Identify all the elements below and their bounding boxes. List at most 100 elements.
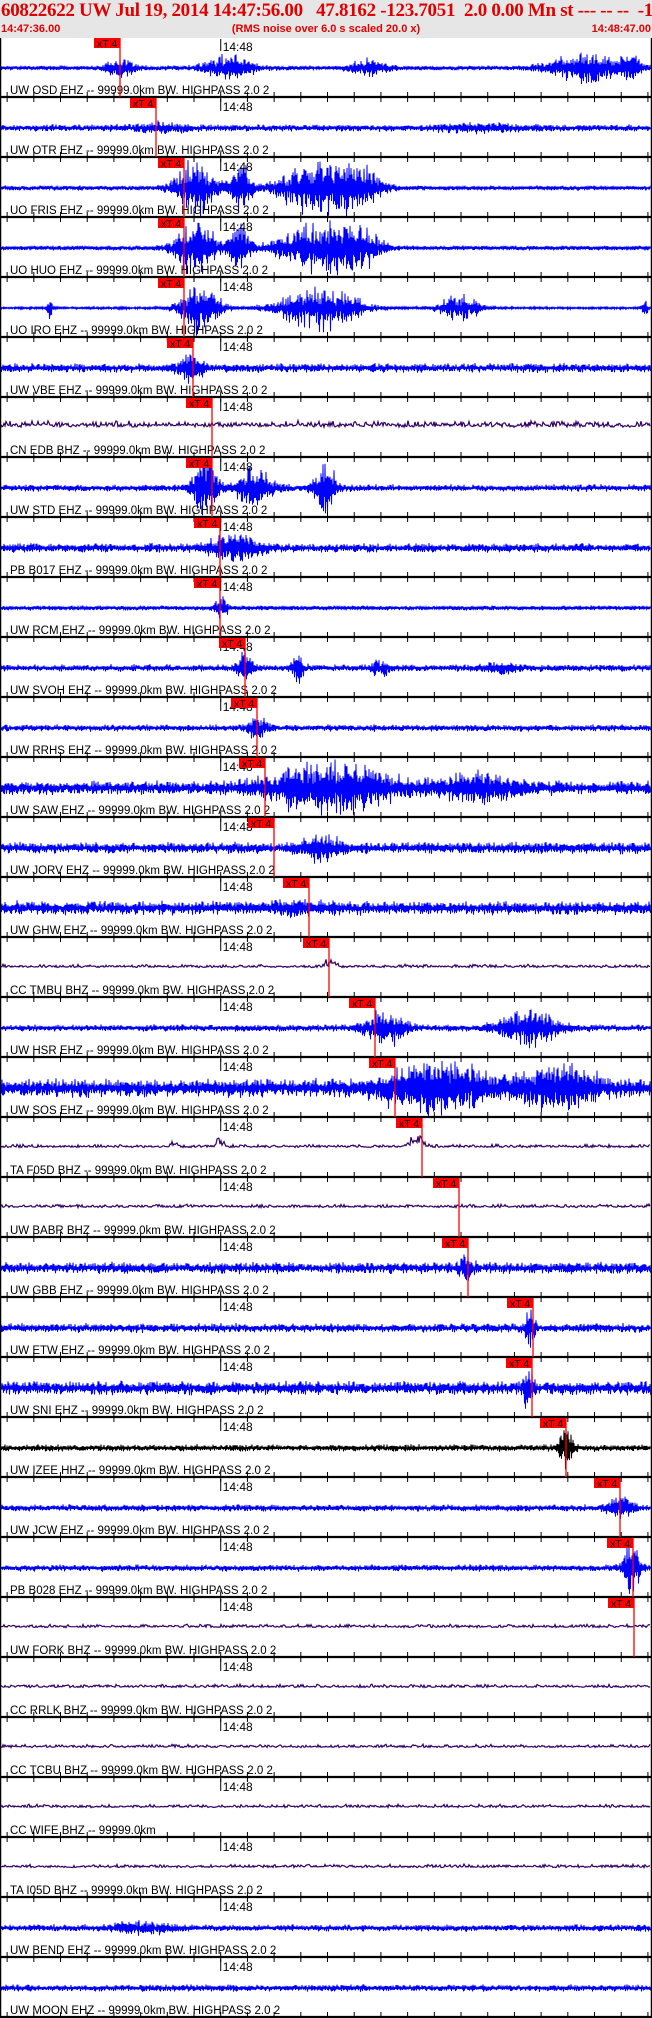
pick-label: xT 4	[597, 1478, 617, 1490]
station-label: CC TCBU BHZ -- 99999.0km BW. HIGHPASS 2.…	[10, 1765, 273, 1777]
station-label: UW SAW EHZ -- 99999.0km BW. HIGHPASS 2.0…	[10, 805, 270, 817]
station-label: TA F05D BHZ -- 99999.0km BW. HIGHPASS 2.…	[10, 1165, 267, 1177]
waveform	[0, 1742, 651, 1750]
trace-panel: 14:48UW JORV EHZ -- 99999.0km BW. HIGHPA…	[0, 818, 652, 882]
pick-label: xT 4	[543, 1418, 563, 1430]
waveform	[0, 1682, 651, 1689]
minute-label: 14:48	[223, 1720, 253, 1734]
minute-label: 14:48	[223, 520, 253, 534]
station-label: UW SOS EHZ -- 99999.0km BW. HIGHPASS 2.0…	[10, 1105, 269, 1117]
pick-label: xT 4	[222, 638, 242, 650]
station-label: UW FORK BHZ -- 99999.0km BW. HIGHPASS 2.…	[10, 1645, 276, 1657]
pick-label: xT 4	[510, 1298, 530, 1310]
station-label: UW BEND EHZ -- 99999.0km BW. HIGHPASS 2.…	[10, 1945, 276, 1957]
waveform	[0, 418, 651, 430]
waveform	[0, 1009, 651, 1049]
pick-label: xT 4	[611, 1598, 631, 1610]
waveform	[0, 1371, 651, 1409]
minute-label: 14:48	[223, 940, 253, 954]
pick-label: xT 4	[436, 1178, 456, 1190]
end-time: 14:48:47.00	[591, 23, 651, 35]
pick-label: xT 4	[189, 458, 209, 470]
trace-panel: 14:48 UO IRO EHZ -- 99999.0km BW. HIGHPAS…	[0, 278, 652, 342]
trace-panel: 14:48UW SAW EHZ -- 99999.0km BW. HIGHPAS…	[0, 758, 652, 822]
waveform	[0, 354, 651, 384]
event-header: 60822622 UW Jul 19, 2014 14:47:56.00 47.…	[0, 0, 652, 38]
station-label: UW JORV EHZ -- 99999.0km BW. HIGHPASS 2.…	[10, 865, 275, 877]
minute-label: 14:48	[223, 1180, 253, 1194]
station-label: UW JCW EHZ -- 99999.0km BW. HIGHPASS 2.0…	[10, 1525, 269, 1537]
station-label: UW BABR BHZ -- 99999.0km BW. HIGHPASS 2.…	[10, 1225, 276, 1237]
pick-label: xT 4	[189, 398, 209, 410]
trace-panel: 14:48UW IZEE HHZ -- 99999.0km BW. HIGHPA…	[0, 1418, 652, 1482]
trace-panel: 14:48 UW GBB EHZ -- 99999.0km BW. HIGHPAS…	[0, 1238, 652, 1302]
waveform	[0, 957, 651, 969]
waveform	[0, 52, 651, 85]
pick-label: xT 4	[161, 278, 181, 290]
trace-panel: 14:48 CC WIFE BHZ -- 99999.0km	[0, 1779, 652, 1842]
pick-label: xT 4	[97, 38, 117, 50]
trace-panel: 14:48 UW OTR EHZ -- 99999.0km BW. HIGHPAS…	[0, 98, 652, 162]
waveform	[0, 1984, 651, 1992]
waveform	[0, 1496, 651, 1520]
pick-label: xT 4	[610, 1538, 630, 1550]
waveform	[0, 120, 651, 135]
pick-label: xT 4	[161, 158, 181, 170]
pick-label: xT 4	[399, 1118, 419, 1130]
waveform	[0, 1802, 651, 1810]
pick-label: xT 4	[133, 98, 153, 110]
pick-label: xT 4	[161, 218, 181, 230]
minute-label: 14:48	[223, 1060, 253, 1074]
minute-label: 14:48	[223, 880, 253, 894]
pick-label: xT 4	[372, 1058, 392, 1070]
trace-panel: 14:48 UW GHW EHZ -- 99999.0km BW. HIGHPAS…	[0, 878, 652, 942]
waveform	[0, 596, 651, 619]
minute-label: 14:48	[223, 1240, 253, 1254]
minute-label: 14:48	[223, 1840, 253, 1854]
trace-panel: 14:48 UW FORK BHZ -- 99999.0km BW. HIGHPA…	[0, 1598, 652, 1662]
pick-label: xT 4	[352, 998, 372, 1010]
event-title: 60822622 UW Jul 19, 2014 14:47:56.00 47.…	[1, 0, 652, 21]
station-label: UW GBB EHZ -- 99999.0km BW. HIGHPASS 2.0…	[10, 1285, 269, 1297]
minute-label: 14:48	[223, 1000, 253, 1014]
waveform	[0, 1309, 651, 1348]
trace-panel: 14:48 UW BABR BHZ -- 99999.0km BW. HIGHPA…	[0, 1178, 652, 1242]
pick-label: xT 4	[509, 1358, 529, 1370]
minute-label: 14:48	[223, 460, 253, 474]
station-label: TA I05D BHZ -- 99999.0km BW. HIGHPASS 2.…	[10, 1885, 263, 1897]
waveform	[1, 1622, 651, 1629]
trace-panel: 14:48 UW SNI EHZ -- 99999.0km BW. HIGHPAS…	[0, 1358, 652, 1422]
waveform	[0, 717, 651, 739]
station-label: CN EDB BHZ -- 99999.0km BW. HIGHPASS 2.0…	[10, 445, 265, 457]
minute-label: 14:48	[223, 1900, 253, 1914]
pick-label: xT 4	[197, 518, 217, 530]
station-label: UW VBE EHZ -- 99999.0km BW. HIGHPASS 2.0…	[10, 385, 267, 397]
waveform	[0, 1862, 650, 1870]
station-label: UW MOON EHZ -- 99999.0km BW. HIGHPASS 2.…	[10, 2005, 280, 2017]
station-label: CC RRLK BHZ -- 99999.0km BW. HIGHPASS 2.…	[10, 1705, 272, 1717]
minute-label: 14:48	[223, 220, 253, 234]
trace-panel: 14:48 CC RRLK BHZ -- 99999.0km BW. HIGHPA…	[0, 1659, 652, 1722]
trace-panel: 14:48 CN EDB BHZ -- 99999.0km BW. HIGHPAS…	[0, 398, 652, 462]
minute-label: 14:48	[223, 1960, 253, 1974]
station-label: UO HUO EHZ -- 99999.0km BW. HIGHPASS 2.0…	[10, 265, 268, 277]
minute-label: 14:48	[223, 280, 253, 294]
trace-panel: 14:48 TA I05D BHZ -- 99999.0km BW. HIGHPA…	[0, 1839, 652, 1902]
waveform	[0, 1920, 651, 1936]
pick-label: xT 4	[306, 938, 326, 950]
minute-label: 14:48	[223, 100, 253, 114]
trace-panel: 14:48UW RCM EHZ -- 99999.0km BW. HIGHPAS…	[0, 578, 652, 642]
trace-panel: 14:48 CC TMBU BHZ -- 99999.0km BW. HIGHPA…	[0, 938, 652, 1002]
trace-panel: 14:48 TA F05D BHZ -- 99999.0km BW. HIGHPA…	[0, 1118, 652, 1182]
station-label: UW OTR EHZ -- 99999.0km BW. HIGHPASS 2.0…	[10, 145, 269, 157]
minute-label: 14:48	[223, 1480, 253, 1494]
trace-panel: 14:48 UW HSR EHZ -- 99999.0km BW. HIGHPAS…	[0, 998, 652, 1062]
waveform	[0, 899, 651, 919]
waveform	[0, 1134, 651, 1149]
waveform	[0, 534, 651, 562]
minute-label: 14:48	[223, 1360, 253, 1374]
station-label: UW SNI EHZ -- 99999.0km BW. HIGHPASS 2.0…	[10, 1405, 264, 1417]
minute-label: 14:48	[223, 400, 253, 414]
minute-label: 14:48	[223, 580, 253, 594]
minute-label: 14:48	[223, 1420, 253, 1434]
